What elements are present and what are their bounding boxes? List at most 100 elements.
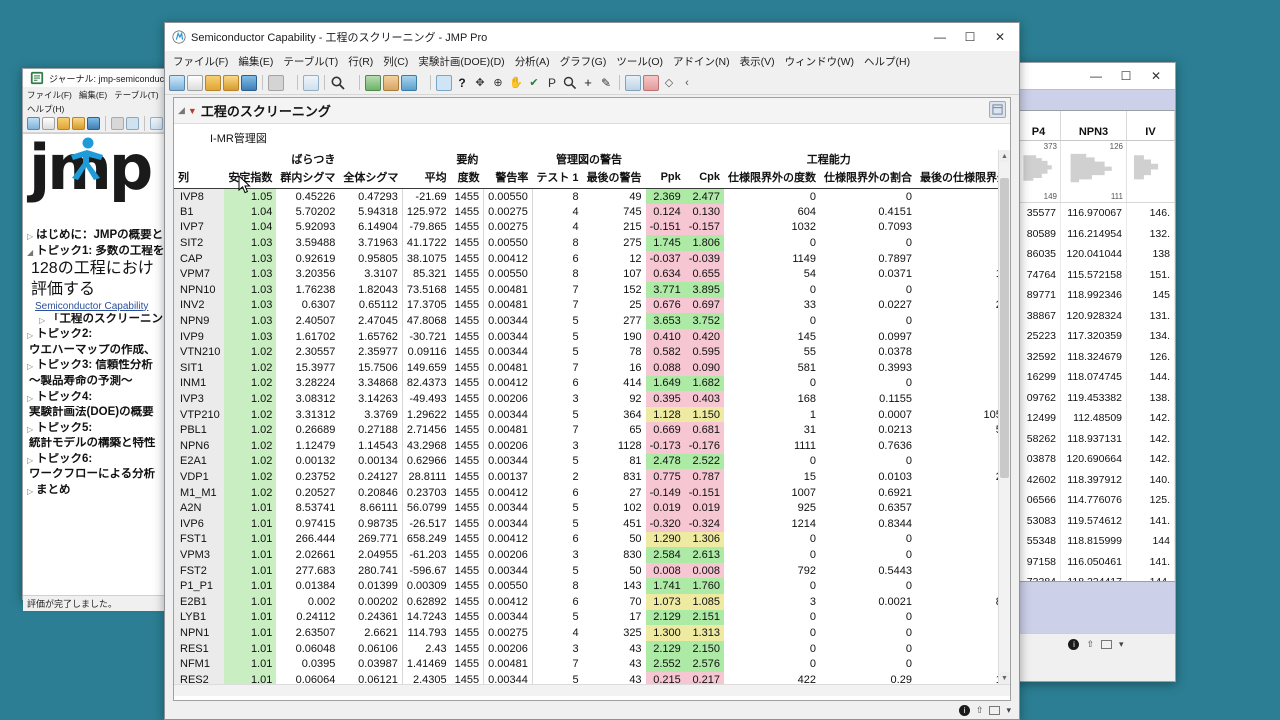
up-arrow-icon[interactable]: ⇧ — [976, 705, 984, 716]
data-row[interactable]: 55348 118.815999 144 — [1017, 531, 1175, 552]
main-menu-item-2[interactable]: テーブル(T) — [283, 54, 338, 69]
info-icon[interactable]: i — [1068, 639, 1080, 650]
table-row[interactable]: IVP6 1.01 0.97415 0.98735 -26.517 1455 0.00344… — [174, 515, 1010, 532]
main-titlebar[interactable]: Semiconductor Capability - 工程のスクリーニング - … — [165, 23, 1019, 51]
data-row[interactable]: 12499 112.48509 142. — [1017, 408, 1175, 429]
col-header-last-oos[interactable]: 最後の仕様限界外 — [915, 168, 1010, 189]
col-header-last-alarm[interactable]: 最後の警告 — [582, 168, 646, 189]
chevron-down-icon[interactable]: ▾ — [1006, 705, 1011, 716]
col-header-oos-ratio[interactable]: 仕様限界外の割合 — [819, 168, 916, 189]
main-menu-item-1[interactable]: 編集(E) — [238, 54, 273, 69]
col-header-cpk[interactable]: Cpk — [684, 168, 724, 189]
table-row[interactable]: INM1 1.02 3.28224 3.34868 82.4373 1455 0.00412… — [174, 375, 1010, 392]
data-grid[interactable]: P4 NPN3 IV 373 149 126 111 35577 116.970… — [1017, 111, 1175, 581]
new-data-table-icon[interactable] — [169, 74, 185, 91]
table-row[interactable]: FST2 1.01 277.683 280.741 -596.67 1455 0.00344… — [174, 562, 1010, 579]
print-icon[interactable] — [268, 74, 284, 91]
analysis-overflow-icon[interactable] — [419, 75, 425, 91]
table-row[interactable]: FST1 1.01 266.444 269.771 658.249 1455 0.00412… — [174, 531, 1010, 548]
table-row[interactable]: NPN6 1.02 1.12479 1.14543 43.2968 1455 0.00206… — [174, 438, 1010, 454]
red-triangle-menu-icon[interactable]: ▼ — [188, 106, 197, 116]
table-row[interactable]: E2B1 1.01 0.002 0.00202 0.62892 1455 0.00412 6 7… — [174, 593, 1010, 610]
data-window-bottom-bar[interactable]: i ⇧ ▾ — [1017, 633, 1175, 655]
table-row[interactable]: IVP3 1.02 3.08312 3.14263 -49.493 1455 0.00206… — [174, 391, 1010, 407]
table-row[interactable]: VDP1 1.02 0.23752 0.24127 28.8111 1455 0.00137… — [174, 469, 1010, 485]
col-header-oos-count[interactable]: 仕様限界外の度数 — [723, 168, 820, 189]
table-row[interactable]: E2A1 1.02 0.00132 0.00134 0.62966 1455 0.00344… — [174, 453, 1010, 470]
chevron-right-icon[interactable]: ▷ — [27, 484, 36, 496]
lasso-tool-icon[interactable]: P — [544, 75, 560, 91]
data-col-header-p4[interactable]: P4 — [1017, 111, 1061, 140]
data-row[interactable]: 03878 120.690664 142. — [1017, 449, 1175, 470]
data-row[interactable]: 89771 118.992346 145 — [1017, 285, 1175, 306]
maximize-button[interactable]: ☐ — [1111, 65, 1141, 87]
annotate-tool-icon[interactable]: ✎ — [598, 75, 614, 91]
chevron-right-icon[interactable]: ▷ — [27, 422, 36, 434]
col-header-within-sigma[interactable]: 群内シグマ — [276, 168, 340, 189]
jmp-pro-window[interactable]: Semiconductor Capability - 工程のスクリーニング - … — [164, 22, 1020, 720]
main-menu-item-3[interactable]: 行(R) — [348, 54, 373, 69]
maximize-button[interactable]: ☐ — [955, 26, 985, 48]
magnifier-tool-icon[interactable] — [562, 75, 578, 91]
selection-tool-icon[interactable]: ✥ — [472, 75, 488, 91]
table-row[interactable]: VPM3 1.01 2.02661 2.04955 -61.203 1455 0.00206… — [174, 547, 1010, 563]
minimize-button[interactable]: — — [925, 26, 955, 48]
chevron-down-icon[interactable]: ◢ — [27, 245, 36, 257]
table-row[interactable]: NFM1 1.01 0.0395 0.03987 1.41469 1455 0.00481 7… — [174, 656, 1010, 672]
main-menu-item-7[interactable]: グラフ(G) — [560, 54, 607, 69]
main-window-buttons[interactable]: — ☐ ✕ — [925, 26, 1015, 48]
col-header-column[interactable]: 列 — [174, 168, 225, 189]
folder-icon[interactable] — [57, 117, 70, 130]
report-corner-button[interactable] — [989, 101, 1006, 118]
col-header-ppk[interactable]: Ppk — [645, 168, 685, 189]
minimize-button[interactable]: — — [1081, 65, 1111, 87]
fit-y-by-x-icon[interactable] — [383, 74, 399, 91]
shape-icon[interactable]: ◇ — [661, 75, 677, 91]
data-row[interactable]: 16299 118.074745 144. — [1017, 367, 1175, 388]
close-button[interactable]: ✕ — [1141, 65, 1171, 87]
window-box-icon[interactable] — [989, 706, 1001, 715]
table-row[interactable]: VTN210 1.02 2.30557 2.35977 0.09116 1455 0.003… — [174, 344, 1010, 361]
table-row[interactable]: NPN9 1.03 2.40507 2.47045 47.8068 1455 0.00344… — [174, 313, 1010, 329]
crosshairs-icon[interactable]: + — [580, 75, 596, 91]
distribution-icon[interactable] — [365, 74, 381, 91]
scroll-up-arrow[interactable]: ▲ — [1000, 150, 1009, 162]
col-header-test-1[interactable]: テスト 1 — [532, 168, 583, 189]
table-row[interactable]: NPN10 1.03 1.76238 1.82043 73.5168 1455 0.0048… — [174, 282, 1010, 298]
data-row[interactable]: 38867 120.928324 131. — [1017, 305, 1175, 326]
undo-icon[interactable] — [126, 117, 139, 130]
main-statusbar[interactable]: i ⇧ ▾ — [165, 702, 1019, 719]
col-header-alarm-rate[interactable]: 警告率 — [483, 168, 533, 189]
arrow-tool-icon[interactable] — [436, 74, 452, 91]
table-row[interactable]: INV2 1.03 0.6307 0.65112 17.3705 1455 0.00481 7… — [174, 297, 1010, 314]
main-menu-item-8[interactable]: ツール(O) — [616, 54, 663, 69]
table-row[interactable]: IVP9 1.03 1.61702 1.65762 -30.721 1455 0.00344… — [174, 328, 1010, 345]
table-row[interactable]: IVP7 1.04 5.92093 6.14904 -79.865 1455 0.00275… — [174, 219, 1010, 236]
table-row[interactable]: IVP8 1.05 0.45226 0.47293 -21.69 1455 0.00550 8… — [174, 188, 1010, 205]
search-overflow-icon[interactable] — [348, 75, 354, 91]
table-row[interactable]: P1_P1 1.01 0.01384 0.01399 0.00309 1455 0.0055… — [174, 578, 1010, 594]
data-col-header-iv[interactable]: IV — [1127, 111, 1175, 140]
main-menu-item-5[interactable]: 実験計画(DOE)(D) — [418, 54, 504, 69]
up-arrow-icon[interactable]: ⇧ — [1086, 639, 1094, 650]
data-grid-rows[interactable]: 35577 116.970067 146. 80589 116.214954 132. 86… — [1017, 203, 1175, 581]
chevron-right-icon[interactable]: ▷ — [27, 391, 36, 403]
main-menu-item-12[interactable]: ヘルプ(H) — [864, 54, 910, 69]
data-row[interactable]: 32592 118.324679 126. — [1017, 346, 1175, 367]
data-row[interactable]: 42602 118.397912 140. — [1017, 469, 1175, 490]
col-header-overall-sigma[interactable]: 全体シグマ — [339, 168, 403, 189]
main-menu-item-4[interactable]: 列(C) — [383, 54, 408, 69]
chevron-down-icon[interactable]: ▾ — [1119, 639, 1124, 650]
save-icon[interactable] — [241, 74, 257, 91]
main-menu-item-9[interactable]: アドイン(N) — [673, 54, 730, 69]
data-row[interactable]: 35577 116.970067 146. — [1017, 203, 1175, 224]
close-button[interactable]: ✕ — [985, 26, 1015, 48]
script-window-icon[interactable] — [303, 74, 319, 91]
folder-open-icon[interactable] — [205, 74, 221, 91]
new-journal-icon[interactable] — [27, 117, 40, 130]
data-window-buttons[interactable]: — ☐ ✕ — [1081, 65, 1171, 87]
journal-menu-edit[interactable]: 編集(E) — [79, 89, 107, 101]
main-menu-item-0[interactable]: ファイル(F) — [173, 54, 228, 69]
data-row[interactable]: 74764 115.572158 151. — [1017, 264, 1175, 285]
data-row[interactable]: 25223 117.320359 134. — [1017, 326, 1175, 347]
